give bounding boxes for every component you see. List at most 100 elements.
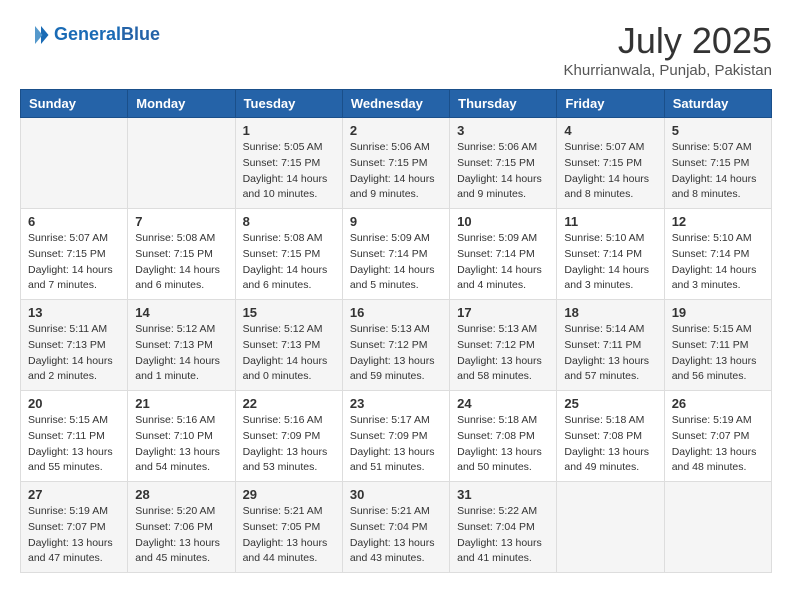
day-cell: 5 Sunrise: 5:07 AM Sunset: 7:15 PM Daylig… — [664, 118, 771, 209]
day-info: Sunrise: 5:06 AM Sunset: 7:15 PM Dayligh… — [350, 140, 442, 203]
day-info: Sunrise: 5:05 AM Sunset: 7:15 PM Dayligh… — [243, 140, 335, 203]
day-number: 23 — [350, 396, 442, 411]
day-cell: 2 Sunrise: 5:06 AM Sunset: 7:15 PM Daylig… — [342, 118, 449, 209]
day-number: 10 — [457, 214, 549, 229]
header-cell-tuesday: Tuesday — [235, 90, 342, 118]
day-cell: 23 Sunrise: 5:17 AM Sunset: 7:09 PM Dayli… — [342, 391, 449, 482]
day-info: Sunrise: 5:07 AM Sunset: 7:15 PM Dayligh… — [564, 140, 656, 203]
day-number: 15 — [243, 305, 335, 320]
day-cell: 6 Sunrise: 5:07 AM Sunset: 7:15 PM Daylig… — [21, 209, 128, 300]
day-cell: 21Sunrise: 5:16 AM Sunset: 7:10 PM Dayli… — [128, 391, 235, 482]
day-cell: 13 Sunrise: 5:11 AM Sunset: 7:13 PM Dayli… — [21, 300, 128, 391]
day-cell: 17Sunrise: 5:13 AM Sunset: 7:12 PM Dayli… — [450, 300, 557, 391]
day-cell: 26Sunrise: 5:19 AM Sunset: 7:07 PM Dayli… — [664, 391, 771, 482]
day-info: Sunrise: 5:21 AM Sunset: 7:04 PM Dayligh… — [350, 504, 442, 567]
day-cell: 30 Sunrise: 5:21 AM Sunset: 7:04 PM Dayli… — [342, 482, 449, 573]
day-info: Sunrise: 5:15 AM Sunset: 7:11 PM Dayligh… — [672, 322, 764, 385]
day-number: 7 — [135, 214, 227, 229]
day-info: Sunrise: 5:13 AM Sunset: 7:12 PM Dayligh… — [457, 322, 549, 385]
day-info: Sunrise: 5:21 AM Sunset: 7:05 PM Dayligh… — [243, 504, 335, 567]
day-number: 18 — [564, 305, 656, 320]
day-number: 29 — [243, 487, 335, 502]
day-number: 30 — [350, 487, 442, 502]
month-title: July 2025 — [564, 20, 772, 62]
day-number: 13 — [28, 305, 120, 320]
header-row: SundayMondayTuesdayWednesdayThursdayFrid… — [21, 90, 772, 118]
day-number: 2 — [350, 123, 442, 138]
day-cell: 19 Sunrise: 5:15 AM Sunset: 7:11 PM Dayli… — [664, 300, 771, 391]
day-info: Sunrise: 5:14 AM Sunset: 7:11 PM Dayligh… — [564, 322, 656, 385]
day-info: Sunrise: 5:07 AM Sunset: 7:15 PM Dayligh… — [28, 231, 120, 294]
logo-text: GeneralBlue — [54, 24, 160, 46]
day-number: 24 — [457, 396, 549, 411]
day-cell: 29 Sunrise: 5:21 AM Sunset: 7:05 PM Dayli… — [235, 482, 342, 573]
day-number: 25 — [564, 396, 656, 411]
day-cell: 12Sunrise: 5:10 AM Sunset: 7:14 PM Dayli… — [664, 209, 771, 300]
header-cell-friday: Friday — [557, 90, 664, 118]
day-number: 3 — [457, 123, 549, 138]
day-cell: 27Sunrise: 5:19 AM Sunset: 7:07 PM Dayli… — [21, 482, 128, 573]
week-row-4: 20 Sunrise: 5:15 AM Sunset: 7:11 PM Dayli… — [21, 391, 772, 482]
day-info: Sunrise: 5:07 AM Sunset: 7:15 PM Dayligh… — [672, 140, 764, 203]
day-cell: 14Sunrise: 5:12 AM Sunset: 7:13 PM Dayli… — [128, 300, 235, 391]
page-header: GeneralBlue July 2025 Khurrianwala, Punj… — [20, 20, 772, 79]
day-cell: 20 Sunrise: 5:15 AM Sunset: 7:11 PM Dayli… — [21, 391, 128, 482]
day-info: Sunrise: 5:08 AM Sunset: 7:15 PM Dayligh… — [243, 231, 335, 294]
day-info: Sunrise: 5:10 AM Sunset: 7:14 PM Dayligh… — [672, 231, 764, 294]
week-row-1: 1 Sunrise: 5:05 AM Sunset: 7:15 PM Daylig… — [21, 118, 772, 209]
header-cell-wednesday: Wednesday — [342, 90, 449, 118]
day-number: 16 — [350, 305, 442, 320]
day-cell: 16Sunrise: 5:13 AM Sunset: 7:12 PM Dayli… — [342, 300, 449, 391]
day-info: Sunrise: 5:09 AM Sunset: 7:14 PM Dayligh… — [350, 231, 442, 294]
day-number: 8 — [243, 214, 335, 229]
day-number: 1 — [243, 123, 335, 138]
day-cell: 24 Sunrise: 5:18 AM Sunset: 7:08 PM Dayli… — [450, 391, 557, 482]
day-info: Sunrise: 5:11 AM Sunset: 7:13 PM Dayligh… — [28, 322, 120, 385]
day-number: 4 — [564, 123, 656, 138]
week-row-2: 6 Sunrise: 5:07 AM Sunset: 7:15 PM Daylig… — [21, 209, 772, 300]
day-info: Sunrise: 5:15 AM Sunset: 7:11 PM Dayligh… — [28, 413, 120, 476]
day-cell: 10 Sunrise: 5:09 AM Sunset: 7:14 PM Dayli… — [450, 209, 557, 300]
day-info: Sunrise: 5:06 AM Sunset: 7:15 PM Dayligh… — [457, 140, 549, 203]
day-info: Sunrise: 5:22 AM Sunset: 7:04 PM Dayligh… — [457, 504, 549, 567]
day-cell — [128, 118, 235, 209]
day-cell: 22 Sunrise: 5:16 AM Sunset: 7:09 PM Dayli… — [235, 391, 342, 482]
day-cell — [664, 482, 771, 573]
day-cell: 4 Sunrise: 5:07 AM Sunset: 7:15 PM Daylig… — [557, 118, 664, 209]
day-info: Sunrise: 5:08 AM Sunset: 7:15 PM Dayligh… — [135, 231, 227, 294]
header-cell-monday: Monday — [128, 90, 235, 118]
day-number: 19 — [672, 305, 764, 320]
week-row-3: 13 Sunrise: 5:11 AM Sunset: 7:13 PM Dayli… — [21, 300, 772, 391]
day-cell: 28Sunrise: 5:20 AM Sunset: 7:06 PM Dayli… — [128, 482, 235, 573]
day-number: 9 — [350, 214, 442, 229]
day-number: 28 — [135, 487, 227, 502]
day-info: Sunrise: 5:18 AM Sunset: 7:08 PM Dayligh… — [457, 413, 549, 476]
day-number: 31 — [457, 487, 549, 502]
day-number: 11 — [564, 214, 656, 229]
day-number: 22 — [243, 396, 335, 411]
header-cell-thursday: Thursday — [450, 90, 557, 118]
day-info: Sunrise: 5:16 AM Sunset: 7:09 PM Dayligh… — [243, 413, 335, 476]
day-number: 6 — [28, 214, 120, 229]
day-number: 20 — [28, 396, 120, 411]
location: Khurrianwala, Punjab, Pakistan — [564, 62, 772, 79]
title-block: July 2025 Khurrianwala, Punjab, Pakistan — [564, 20, 772, 79]
day-cell: 31 Sunrise: 5:22 AM Sunset: 7:04 PM Dayli… — [450, 482, 557, 573]
day-info: Sunrise: 5:09 AM Sunset: 7:14 PM Dayligh… — [457, 231, 549, 294]
day-number: 5 — [672, 123, 764, 138]
day-cell: 8 Sunrise: 5:08 AM Sunset: 7:15 PM Daylig… — [235, 209, 342, 300]
day-cell: 25 Sunrise: 5:18 AM Sunset: 7:08 PM Dayli… — [557, 391, 664, 482]
header-cell-saturday: Saturday — [664, 90, 771, 118]
day-number: 14 — [135, 305, 227, 320]
day-cell — [21, 118, 128, 209]
logo-icon — [20, 20, 50, 50]
day-cell: 15 Sunrise: 5:12 AM Sunset: 7:13 PM Dayli… — [235, 300, 342, 391]
day-cell: 1 Sunrise: 5:05 AM Sunset: 7:15 PM Daylig… — [235, 118, 342, 209]
day-info: Sunrise: 5:17 AM Sunset: 7:09 PM Dayligh… — [350, 413, 442, 476]
day-info: Sunrise: 5:18 AM Sunset: 7:08 PM Dayligh… — [564, 413, 656, 476]
header-cell-sunday: Sunday — [21, 90, 128, 118]
day-info: Sunrise: 5:12 AM Sunset: 7:13 PM Dayligh… — [243, 322, 335, 385]
day-cell: 9 Sunrise: 5:09 AM Sunset: 7:14 PM Daylig… — [342, 209, 449, 300]
day-info: Sunrise: 5:19 AM Sunset: 7:07 PM Dayligh… — [672, 413, 764, 476]
day-info: Sunrise: 5:19 AM Sunset: 7:07 PM Dayligh… — [28, 504, 120, 567]
